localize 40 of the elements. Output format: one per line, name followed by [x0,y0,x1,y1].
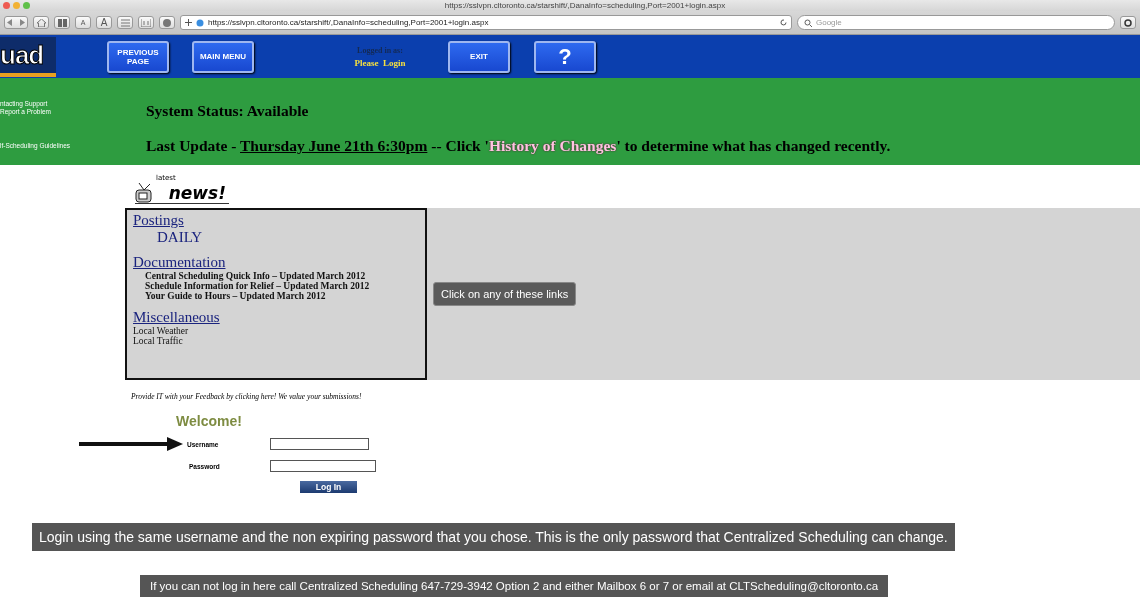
logo: uad [0,36,56,77]
tv-icon [135,183,153,203]
arrow-icon [79,437,183,451]
logged-in-label: Logged in as: [357,45,403,55]
text-size-button[interactable]: A [96,16,112,29]
news-link[interactable]: Schedule Information for Relief – Updated March 2012 [145,281,370,291]
password-field[interactable] [270,460,376,472]
nav-button[interactable]: PREVIOUS PAGE [107,40,169,73]
system-status: System Status: Available [146,102,310,120]
reload-icon[interactable] [780,19,787,26]
home-icon[interactable] [33,16,49,29]
welcome-heading: Welcome! [176,413,243,429]
nav-button[interactable]: EXIT [448,40,510,73]
grid-icon[interactable] [54,16,70,29]
tooltip: Click on any of these links [433,282,577,306]
news-link[interactable]: DAILY [157,229,203,246]
news-link[interactable]: Central Scheduling Quick Info – Updated March 2012 [145,271,366,281]
back-forward-icon[interactable] [4,16,28,29]
login-button[interactable]: Log In [300,481,357,493]
caption: If you can not log in here call Centralized Scheduling 647-729-3942 Option 2 and either Mailbox 6 or 7 or email at CLTScheduling@cltoronto.ca [140,575,889,597]
bookmarks-icon[interactable] [138,16,154,29]
globe-icon [196,18,204,27]
caption: Login using the same username and the non expiring password that you chose. This is the only password that Centralized Scheduling can change. [32,523,955,551]
reader-icon[interactable] [1120,16,1136,29]
section-heading-link[interactable]: Documentation [133,254,226,271]
last-update-text: Last Update - Thursday June 21th 6:30pm -- Click 'History of Changes' to determine what has changed recently. [146,137,891,155]
nav-button[interactable]: MAIN MENU [192,40,254,73]
username-field[interactable] [270,438,369,450]
news-link[interactable]: Local Weather [133,326,189,336]
window-title: https://sslvpn.cltoronto.ca/starshift/,DanaInfo=scheduling,Port=2001+login.aspx [443,1,727,10]
stack-icon[interactable] [117,16,133,29]
news-link[interactable]: Your Guide to Hours – Updated March 2012 [145,291,326,301]
news-link[interactable]: Local Traffic [133,336,183,346]
section-heading-link[interactable]: Postings [133,212,184,229]
url-field[interactable]: https://sslvpn.cltoronto.ca/starshift/,DanaInfo=scheduling,Port=2001+login.aspx [180,15,792,30]
help-button[interactable]: ? [534,40,596,73]
section-heading-link[interactable]: Miscellaneous [133,309,220,326]
search-icon [804,18,813,27]
plus-icon[interactable] [185,19,192,26]
login-link[interactable]: Please Login [354,57,406,68]
